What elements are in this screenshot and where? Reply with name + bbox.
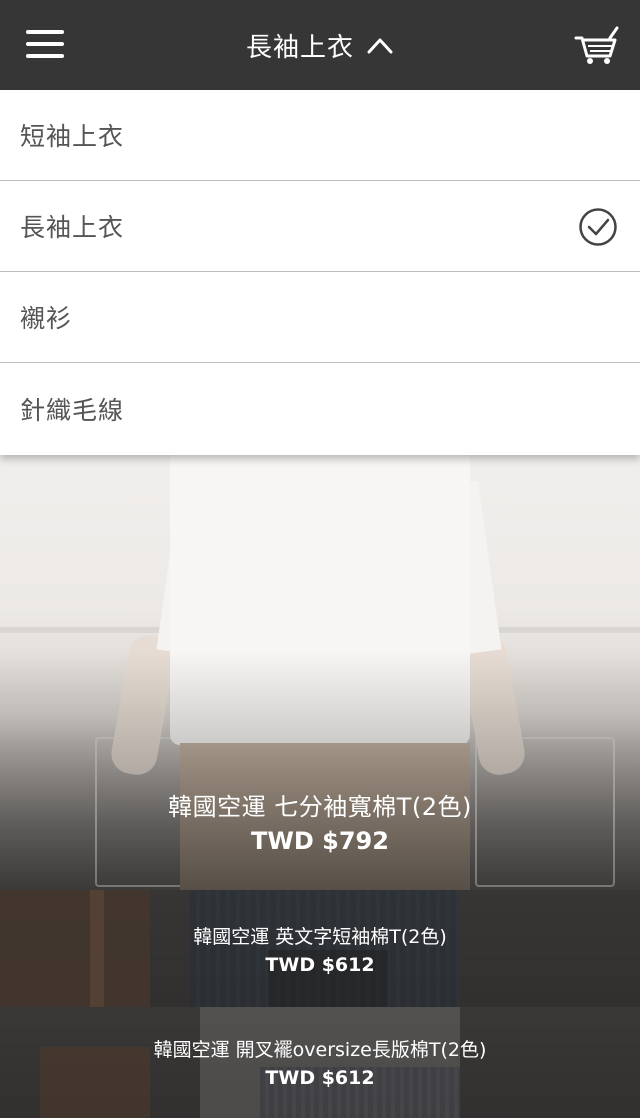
shopping-cart-icon[interactable]: [574, 26, 620, 66]
product-name: 韓國空運 英文字短袖棉T(2色): [193, 926, 447, 948]
product-card-featured[interactable]: 韓國空運 七分袖寬棉T(2色) TWD $792: [0, 455, 640, 890]
product-price: TWD $612: [265, 954, 375, 976]
dropdown-item-label: 襯衫: [20, 304, 73, 333]
dropdown-item-label: 短袖上衣: [20, 122, 125, 151]
check-circle-icon: [579, 208, 617, 246]
product-price: TWD $792: [251, 827, 389, 855]
top-bar: 長袖上衣: [0, 0, 640, 90]
dropdown-item-shirts[interactable]: 襯衫: [0, 272, 640, 363]
page-title: 長袖上衣: [245, 32, 354, 63]
dropdown-item-label: 針織毛線: [20, 396, 125, 425]
dropdown-item-knitwear[interactable]: 針織毛線: [0, 363, 640, 455]
image-overlay: [0, 1007, 640, 1118]
category-selector[interactable]: 長袖上衣: [0, 0, 640, 90]
product-price: TWD $612: [265, 1067, 375, 1089]
product-card[interactable]: 韓國空運 英文字短袖棉T(2色) TWD $612: [0, 890, 640, 1007]
dropdown-item-label: 長袖上衣: [20, 213, 125, 242]
chevron-up-icon: [367, 38, 393, 54]
product-list: 韓國空運 七分袖寬棉T(2色) TWD $792 韓國空運 英文字短袖棉T(2色…: [0, 455, 640, 1118]
category-dropdown: 短袖上衣 長袖上衣 襯衫 針織毛線: [0, 90, 640, 455]
dropdown-item-short-sleeve[interactable]: 短袖上衣: [0, 90, 640, 181]
product-name: 韓國空運 開叉襬oversize長版棉T(2色): [153, 1039, 487, 1061]
product-card[interactable]: 韓國空運 開叉襬oversize長版棉T(2色) TWD $612: [0, 1007, 640, 1118]
dropdown-item-long-sleeve[interactable]: 長袖上衣: [0, 181, 640, 272]
product-name: 韓國空運 七分袖寬棉T(2色): [168, 793, 472, 821]
image-overlay: [0, 455, 640, 890]
